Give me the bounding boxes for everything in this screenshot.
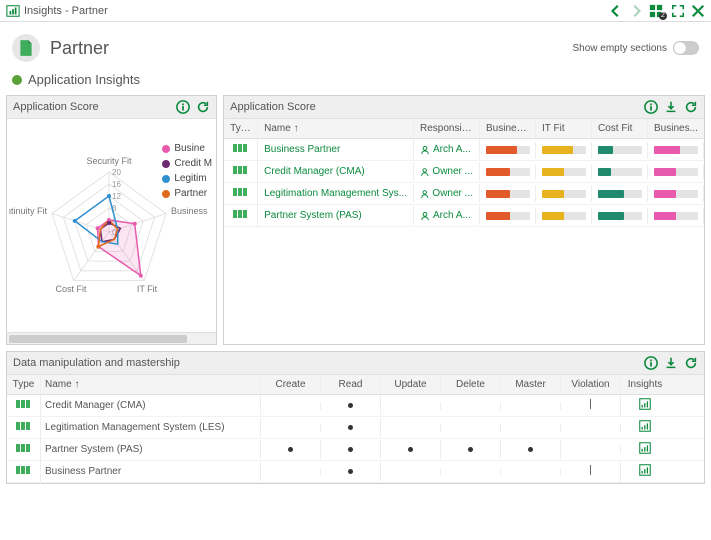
type-icon bbox=[7, 459, 41, 484]
page-header: Partner Show empty sections bbox=[0, 22, 711, 68]
forward-icon[interactable] bbox=[629, 4, 643, 18]
svg-text:Cost Fit: Cost Fit bbox=[55, 284, 87, 294]
matrix-table-head: Type Name ↑ Create Read Update Delete Ma… bbox=[7, 375, 704, 395]
score-panel: Application Score Type Name ↑ Responsibl… bbox=[223, 95, 705, 345]
info-icon[interactable] bbox=[644, 356, 658, 370]
table-row[interactable]: Partner System (PAS)Arch A... bbox=[224, 205, 704, 227]
matrix-panel: Data manipulation and mastership Type Na… bbox=[6, 351, 705, 484]
show-empty-label: Show empty sections bbox=[573, 43, 668, 54]
table-row[interactable]: Legitimation Management System (LES) bbox=[7, 417, 704, 439]
svg-text:12: 12 bbox=[112, 192, 121, 201]
row-name[interactable]: Partner System (PAS) bbox=[41, 440, 261, 459]
row-name[interactable]: Credit Manager (CMA) bbox=[41, 396, 261, 415]
topbar: Insights - Partner 2 bbox=[0, 0, 711, 22]
col-type[interactable]: Type bbox=[224, 119, 258, 138]
info-icon[interactable] bbox=[644, 100, 658, 114]
window-title-group: Insights - Partner bbox=[6, 4, 108, 18]
page-title: Partner bbox=[50, 38, 109, 59]
section-title: Application Insights bbox=[28, 72, 140, 87]
apps-icon[interactable]: 2 bbox=[649, 4, 665, 18]
table-row[interactable]: Credit Manager (CMA) bbox=[7, 395, 704, 417]
type-icon bbox=[224, 203, 258, 228]
table-row[interactable]: Partner System (PAS) bbox=[7, 439, 704, 461]
row-responsible[interactable]: Arch A... bbox=[414, 140, 480, 159]
matrix-panel-header: Data manipulation and mastership bbox=[7, 352, 704, 375]
violation-cell bbox=[561, 424, 621, 432]
radar-panel-header: Application Score bbox=[7, 96, 216, 119]
refresh-icon[interactable] bbox=[196, 100, 210, 114]
info-icon[interactable] bbox=[176, 100, 190, 114]
back-icon[interactable] bbox=[609, 4, 623, 18]
matrix-panel-title: Data manipulation and mastership bbox=[13, 357, 180, 369]
row-name[interactable]: Business Partner bbox=[41, 462, 261, 481]
download-icon[interactable] bbox=[664, 356, 678, 370]
svg-text:Business Fit: Business Fit bbox=[171, 206, 209, 216]
radar-panel: Application Score bbox=[6, 95, 217, 345]
row-responsible[interactable]: Arch A... bbox=[414, 206, 480, 225]
col-responsible[interactable]: Responsibl... bbox=[414, 119, 480, 138]
violation-cell bbox=[561, 461, 621, 482]
mcol-create[interactable]: Create bbox=[261, 375, 321, 394]
expand-icon[interactable] bbox=[671, 4, 685, 18]
close-icon[interactable] bbox=[691, 4, 705, 18]
score-panel-title: Application Score bbox=[230, 101, 316, 113]
refresh-icon[interactable] bbox=[684, 100, 698, 114]
mcol-read[interactable]: Read bbox=[321, 375, 381, 394]
radar-chart: 0 4 8 12 16 20 bbox=[7, 119, 216, 332]
show-empty-toggle[interactable] bbox=[673, 41, 699, 55]
table-row[interactable]: Business Partner bbox=[7, 461, 704, 483]
table-row[interactable]: Credit Manager (CMA)Owner ... bbox=[224, 161, 704, 183]
page-icon bbox=[12, 34, 40, 62]
score-table: Type Name ↑ Responsibl... Busines... IT … bbox=[224, 119, 704, 344]
mcol-name[interactable]: Name ↑ bbox=[41, 375, 261, 394]
h-scrollbar[interactable] bbox=[7, 332, 216, 344]
mcol-master[interactable]: Master bbox=[501, 375, 561, 394]
svg-text:IT Fit: IT Fit bbox=[137, 284, 158, 294]
app-icon bbox=[6, 4, 20, 18]
col-business[interactable]: Busines... bbox=[480, 119, 536, 138]
row-responsible[interactable]: Owner ... bbox=[414, 162, 480, 181]
table-row[interactable]: Business PartnerArch A... bbox=[224, 139, 704, 161]
svg-text:20: 20 bbox=[112, 168, 121, 177]
col-itfit[interactable]: IT Fit bbox=[536, 119, 592, 138]
section-dot-icon bbox=[12, 75, 22, 85]
refresh-icon[interactable] bbox=[684, 356, 698, 370]
violation-cell bbox=[561, 446, 621, 454]
col-business2[interactable]: Busines... bbox=[648, 119, 704, 138]
mcol-violation[interactable]: Violation bbox=[561, 375, 621, 394]
show-empty-toggle-row: Show empty sections bbox=[573, 41, 700, 55]
topbar-actions: 2 bbox=[609, 4, 705, 18]
violation-cell bbox=[561, 395, 621, 416]
row-name[interactable]: Business Partner bbox=[258, 140, 414, 159]
radar-panel-title: Application Score bbox=[13, 101, 99, 113]
section-title-row: Application Insights bbox=[0, 68, 711, 95]
mcol-delete[interactable]: Delete bbox=[441, 375, 501, 394]
row-responsible[interactable]: Owner ... bbox=[414, 184, 480, 203]
download-icon[interactable] bbox=[664, 100, 678, 114]
svg-text:Security Fit: Security Fit bbox=[86, 156, 132, 166]
mcol-type[interactable]: Type bbox=[7, 375, 41, 394]
row-name[interactable]: Partner System (PAS) bbox=[258, 206, 414, 225]
row-name[interactable]: Credit Manager (CMA) bbox=[258, 162, 414, 181]
svg-text:16: 16 bbox=[112, 180, 121, 189]
window-title: Insights - Partner bbox=[24, 5, 108, 17]
radar-legend: Busine Credit M Legitim Partner bbox=[162, 143, 212, 203]
table-row[interactable]: Legitimation Management Sys...Owner ... bbox=[224, 183, 704, 205]
row-name[interactable]: Legitimation Management System (LES) bbox=[41, 418, 261, 437]
apps-badge: 2 bbox=[659, 12, 667, 20]
score-panel-header: Application Score bbox=[224, 96, 704, 119]
row-name[interactable]: Legitimation Management Sys... bbox=[258, 184, 414, 203]
insights-button[interactable] bbox=[621, 459, 669, 484]
panels-row: Application Score bbox=[0, 95, 711, 345]
score-table-head: Type Name ↑ Responsibl... Busines... IT … bbox=[224, 119, 704, 139]
svg-text:Business Continuity Fit: Business Continuity Fit bbox=[9, 206, 47, 216]
col-costfit[interactable]: Cost Fit bbox=[592, 119, 648, 138]
mcol-insights[interactable]: Insights bbox=[621, 375, 669, 394]
col-name[interactable]: Name ↑ bbox=[258, 119, 414, 138]
mcol-update[interactable]: Update bbox=[381, 375, 441, 394]
